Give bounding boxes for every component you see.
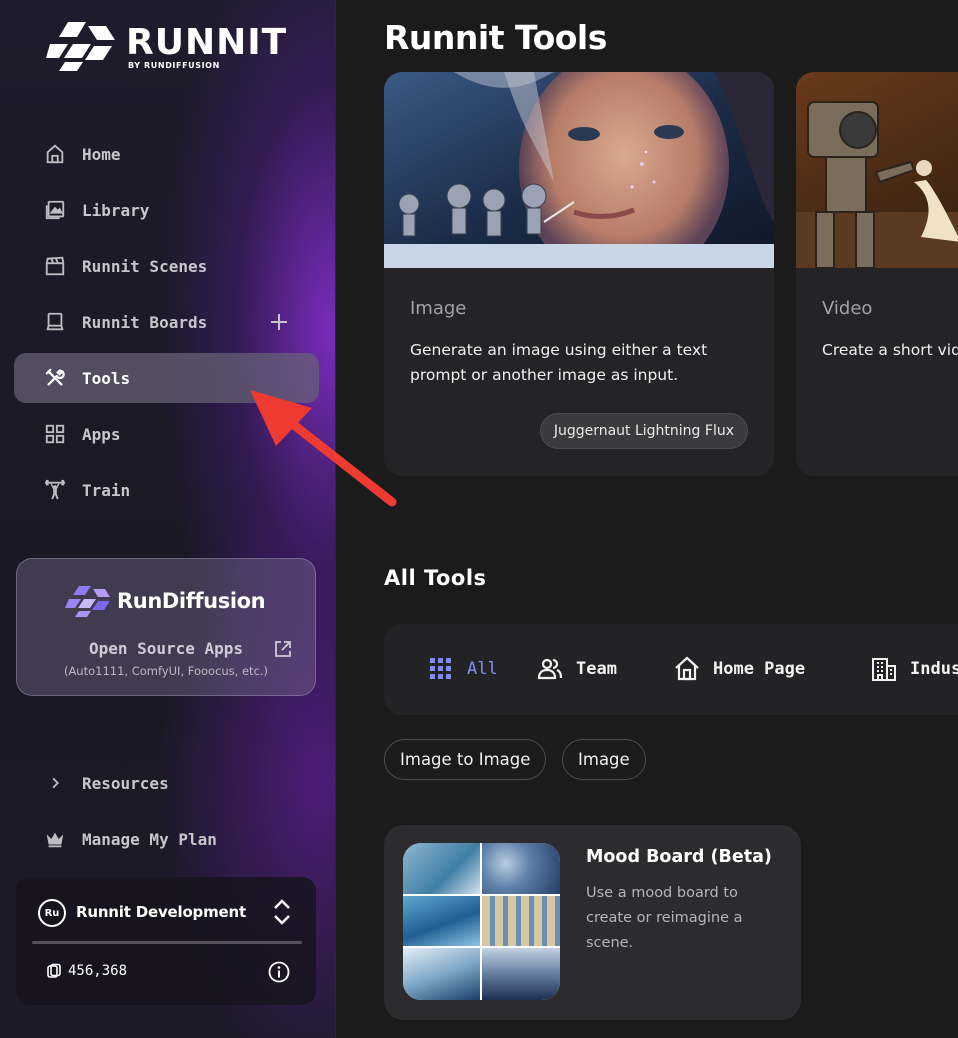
filter-industry[interactable]: Industry	[870, 654, 958, 684]
model-chip[interactable]: Juggernaut Lightning Flux	[540, 413, 748, 449]
mood-board-thumbnail	[403, 843, 560, 1000]
filter-team[interactable]: Team	[536, 654, 617, 684]
credits-icon	[46, 963, 62, 979]
sidebar-item-label: Tools	[82, 369, 130, 388]
sidebar-item-manage-my-plan[interactable]: Manage My Plan	[14, 814, 319, 864]
avatar: Ru	[38, 899, 66, 927]
featured-tool-card-image[interactable]: Image Generate an image using either a t…	[384, 72, 774, 476]
sidebar-item-runnit-scenes[interactable]: Runnit Scenes	[14, 241, 319, 291]
divider	[32, 941, 302, 944]
info-icon[interactable]	[268, 961, 290, 983]
chevron-up-down-icon[interactable]	[270, 897, 294, 927]
sidebar-item-label: Runnit Scenes	[82, 257, 207, 276]
rundiffusion-promo-card[interactable]: RunDiffusion Open Source Apps (Auto1111,…	[16, 558, 316, 696]
filter-home-page[interactable]: Home Page	[673, 654, 805, 684]
sidebar-item-label: Manage My Plan	[82, 830, 217, 849]
external-link-icon[interactable]	[273, 639, 293, 659]
featured-tool-card-video[interactable]: Video Create a short video from an image…	[796, 72, 958, 476]
team-switcher[interactable]: Ru Runnit Development 456,368	[16, 877, 316, 1005]
tag-image[interactable]: Image	[562, 739, 646, 780]
sidebar-item-label: Library	[82, 201, 149, 220]
filter-label: Industry	[910, 659, 958, 679]
weightlifter-icon	[44, 479, 66, 501]
tool-description: Create a short video from an image.	[822, 338, 958, 363]
page-title: Runnit Tools	[384, 18, 607, 57]
team-name: Runnit Development	[76, 903, 246, 921]
filter-label: Team	[576, 659, 617, 679]
runnit-logo[interactable]: RUNNIT BY RUNDIFFUSION	[46, 20, 286, 74]
sidebar-item-home[interactable]: Home	[14, 129, 319, 179]
house-icon	[673, 655, 701, 683]
building-icon	[870, 655, 898, 683]
tool-title: Mood Board (Beta)	[586, 847, 772, 867]
sidebar-item-runnit-boards[interactable]: Runnit Boards	[14, 297, 319, 347]
home-icon	[44, 143, 66, 165]
sidebar-item-label: Train	[82, 481, 130, 500]
all-tools-heading: All Tools	[384, 566, 487, 590]
sidebar-item-apps[interactable]: Apps	[14, 409, 319, 459]
tool-type-label: Video	[822, 298, 872, 319]
clapperboard-icon	[44, 255, 66, 277]
tag-image-to-image[interactable]: Image to Image	[384, 739, 546, 780]
filter-all[interactable]: All	[427, 654, 498, 684]
team-icon	[536, 655, 564, 683]
rundiffusion-logo-icon	[65, 584, 111, 618]
tool-description: Generate an image using either a text pr…	[410, 338, 740, 388]
chevron-right-icon	[44, 772, 66, 794]
tool-category-filter: All Team Home Page Industry	[384, 624, 958, 715]
sidebar-item-library[interactable]: Library	[14, 185, 319, 235]
sidebar-item-label: Runnit Boards	[82, 313, 207, 332]
sidebar-item-train[interactable]: Train	[14, 465, 319, 515]
credits-balance: 456,368	[68, 963, 127, 979]
sidebar-item-tools[interactable]: Tools	[14, 353, 319, 403]
rundiffusion-name: RunDiffusion	[117, 589, 265, 613]
featured-image-thumbnail	[384, 72, 774, 268]
apps-grid-icon	[44, 423, 66, 445]
open-source-apps-link[interactable]: Open Source Apps	[17, 639, 315, 658]
monitor-icon	[44, 311, 66, 333]
sidebar-item-label: Home	[82, 145, 121, 164]
add-board-icon[interactable]	[267, 310, 291, 334]
filter-label: All	[467, 659, 498, 679]
featured-video-thumbnail	[796, 72, 958, 268]
library-icon	[44, 199, 66, 221]
brand-name: RUNNIT	[126, 23, 287, 63]
rundiffusion-logo: RunDiffusion	[65, 583, 275, 619]
tool-type-label: Image	[410, 298, 466, 319]
crown-icon	[44, 828, 66, 850]
grid-icon	[427, 655, 455, 683]
sidebar-item-label: Apps	[82, 425, 121, 444]
main-content: Runnit Tools	[337, 0, 958, 1038]
sidebar: RUNNIT BY RUNDIFFUSION Home Library Runn…	[0, 0, 336, 1038]
runnit-logo-icon	[46, 20, 116, 72]
tool-description: Use a mood board to create or reimagine …	[586, 881, 776, 956]
tool-card-mood-board[interactable]: Mood Board (Beta) Use a mood board to cr…	[384, 825, 801, 1020]
filter-label: Home Page	[713, 659, 805, 679]
brand-tagline: BY RUNDIFFUSION	[128, 61, 220, 70]
tools-icon	[44, 367, 66, 389]
sidebar-item-resources[interactable]: Resources	[14, 758, 319, 808]
sidebar-item-label: Resources	[82, 774, 169, 793]
open-source-apps-subtitle: (Auto1111, ComfyUI, Fooocus, etc.)	[17, 664, 315, 678]
